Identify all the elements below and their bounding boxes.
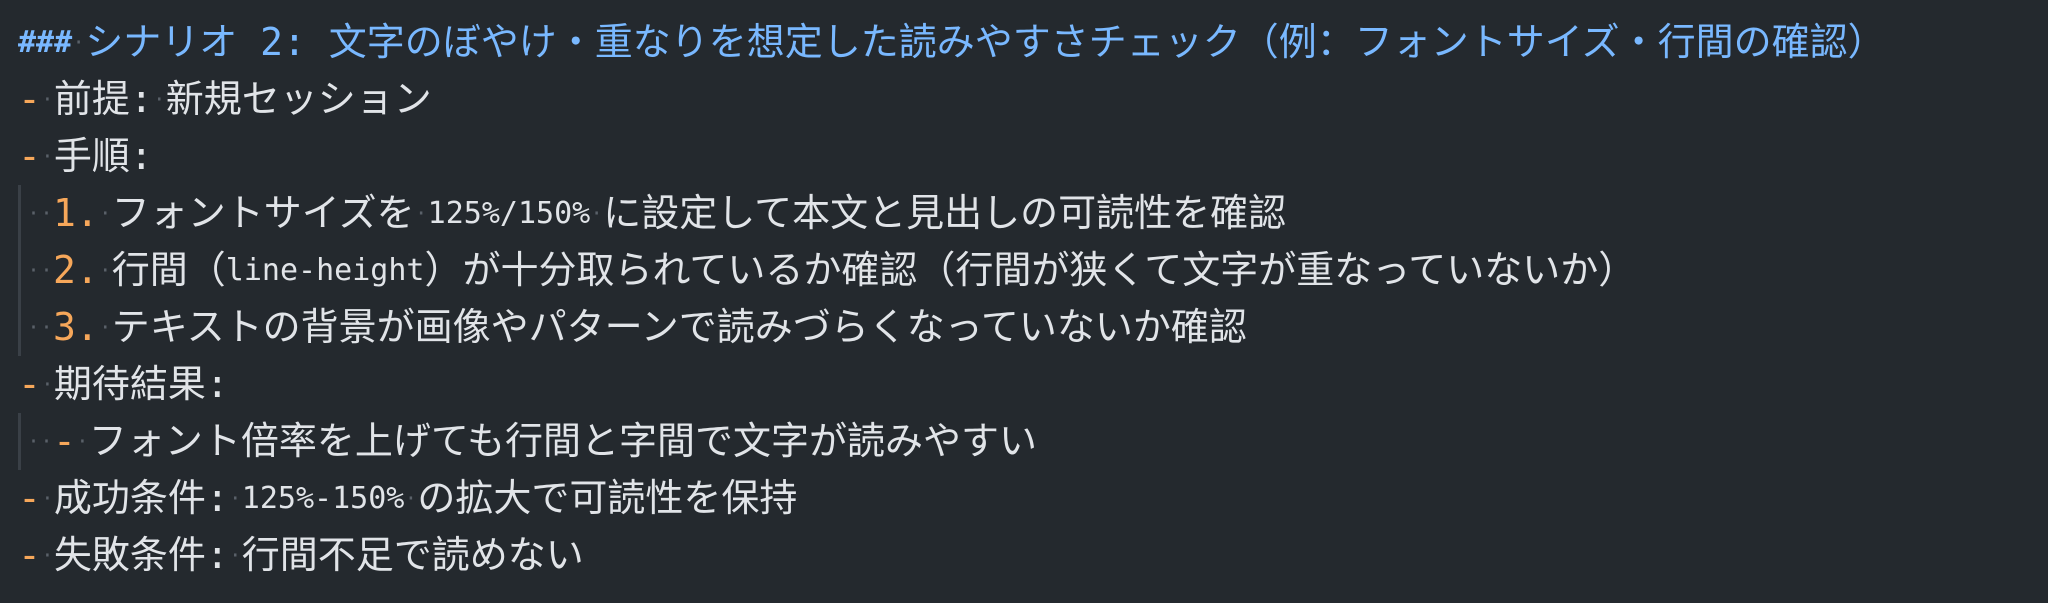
step-item: · · 2. · 行間（ line-height ）が十分取られているか確認（行…	[18, 242, 2048, 299]
heading-text: シナリオ 2: 文字のぼやけ・重なりを想定した読みやすさチェック（例：フォントサ…	[85, 20, 1886, 64]
list-bullet: -	[18, 533, 41, 577]
success-code: 125%-150%	[241, 481, 405, 516]
markdown-editor[interactable]: ### · シナリオ 2: 文字のぼやけ・重なりを想定した読みやすさチェック（例…	[0, 0, 2048, 603]
success-line: - · 成功条件: · 125%-150% · の拡大で可読性を保持	[18, 470, 2048, 527]
whitespace-dot: ·	[41, 144, 54, 168]
whitespace-dot: ·	[27, 201, 40, 225]
expected-item: · · - · フォント倍率を上げても行間と字間で文字が読みやすい	[18, 413, 2048, 470]
list-bullet: -	[18, 134, 41, 178]
heading-marker: ###	[18, 25, 73, 60]
step-number: 1.	[53, 191, 99, 235]
whitespace-dot: ·	[27, 429, 40, 453]
whitespace-dot: ·	[76, 429, 89, 453]
step-item: · · 3. · テキストの背景が画像やパターンで読みづらくなっていないか確認	[18, 299, 2048, 356]
whitespace-dot: ·	[229, 543, 242, 567]
expected-line: - · 期待結果:	[18, 356, 2048, 413]
step-number: 3.	[53, 305, 99, 349]
whitespace-dot: ·	[590, 201, 603, 225]
indent-guide	[18, 413, 21, 470]
whitespace-dot: ·	[40, 315, 53, 339]
step-text-post: ）が十分取られているか確認（行間が狭くて文字が重なっていないか）	[424, 248, 1637, 292]
step-code: 125%/150%	[427, 196, 591, 231]
step-code: line-height	[225, 253, 425, 288]
failure-text: 行間不足で読めない	[241, 533, 584, 577]
failure-line: - · 失敗条件: · 行間不足で読めない	[18, 527, 2048, 584]
indent-guide	[18, 185, 21, 242]
step-text-pre: フォントサイズを	[111, 191, 415, 235]
step-text-pre: テキストの背景が画像やパターンで読みづらくなっていないか確認	[111, 305, 1247, 349]
whitespace-dot: ·	[229, 486, 242, 510]
step-text-post: に設定して本文と見出しの可読性を確認	[603, 191, 1287, 235]
precondition-label: 前提:	[53, 77, 153, 121]
whitespace-dot: ·	[99, 201, 112, 225]
whitespace-dot: ·	[41, 486, 54, 510]
success-text: の拡大で可読性を保持	[417, 476, 798, 520]
whitespace-dot: ·	[99, 258, 112, 282]
list-bullet: -	[18, 362, 41, 406]
whitespace-dot: ·	[41, 87, 54, 111]
precondition-value: 新規セッション	[165, 77, 432, 121]
steps-label: 手順:	[53, 134, 153, 178]
list-bullet: -	[53, 419, 76, 463]
list-bullet: -	[18, 476, 41, 520]
whitespace-dot: ·	[40, 429, 53, 453]
whitespace-dot: ·	[153, 87, 166, 111]
indent-guide	[18, 242, 21, 299]
success-label: 成功条件:	[53, 476, 229, 520]
whitespace-dot: ·	[27, 258, 40, 282]
expected-item-text: フォント倍率を上げても行間と字間で文字が読みやすい	[88, 419, 1037, 463]
whitespace-dot: ·	[41, 372, 54, 396]
whitespace-dot: ·	[415, 201, 428, 225]
heading-line: ### · シナリオ 2: 文字のぼやけ・重なりを想定した読みやすさチェック（例…	[18, 14, 2048, 71]
precondition-line: - · 前提: · 新規セッション	[18, 71, 2048, 128]
list-bullet: -	[18, 77, 41, 121]
whitespace-dot: ·	[41, 543, 54, 567]
step-number: 2.	[53, 248, 99, 292]
step-text-pre: 行間（	[111, 248, 226, 292]
step-item: · · 1. · フォントサイズを · 125%/150% · に設定して本文と…	[18, 185, 2048, 242]
whitespace-dot: ·	[40, 201, 53, 225]
steps-line: - · 手順:	[18, 128, 2048, 185]
whitespace-dot: ·	[72, 30, 85, 54]
whitespace-dot: ·	[40, 258, 53, 282]
whitespace-dot: ·	[27, 315, 40, 339]
expected-label: 期待結果:	[53, 362, 229, 406]
whitespace-dot: ·	[404, 486, 417, 510]
indent-guide	[18, 299, 21, 356]
failure-label: 失敗条件:	[53, 533, 229, 577]
whitespace-dot: ·	[99, 315, 112, 339]
